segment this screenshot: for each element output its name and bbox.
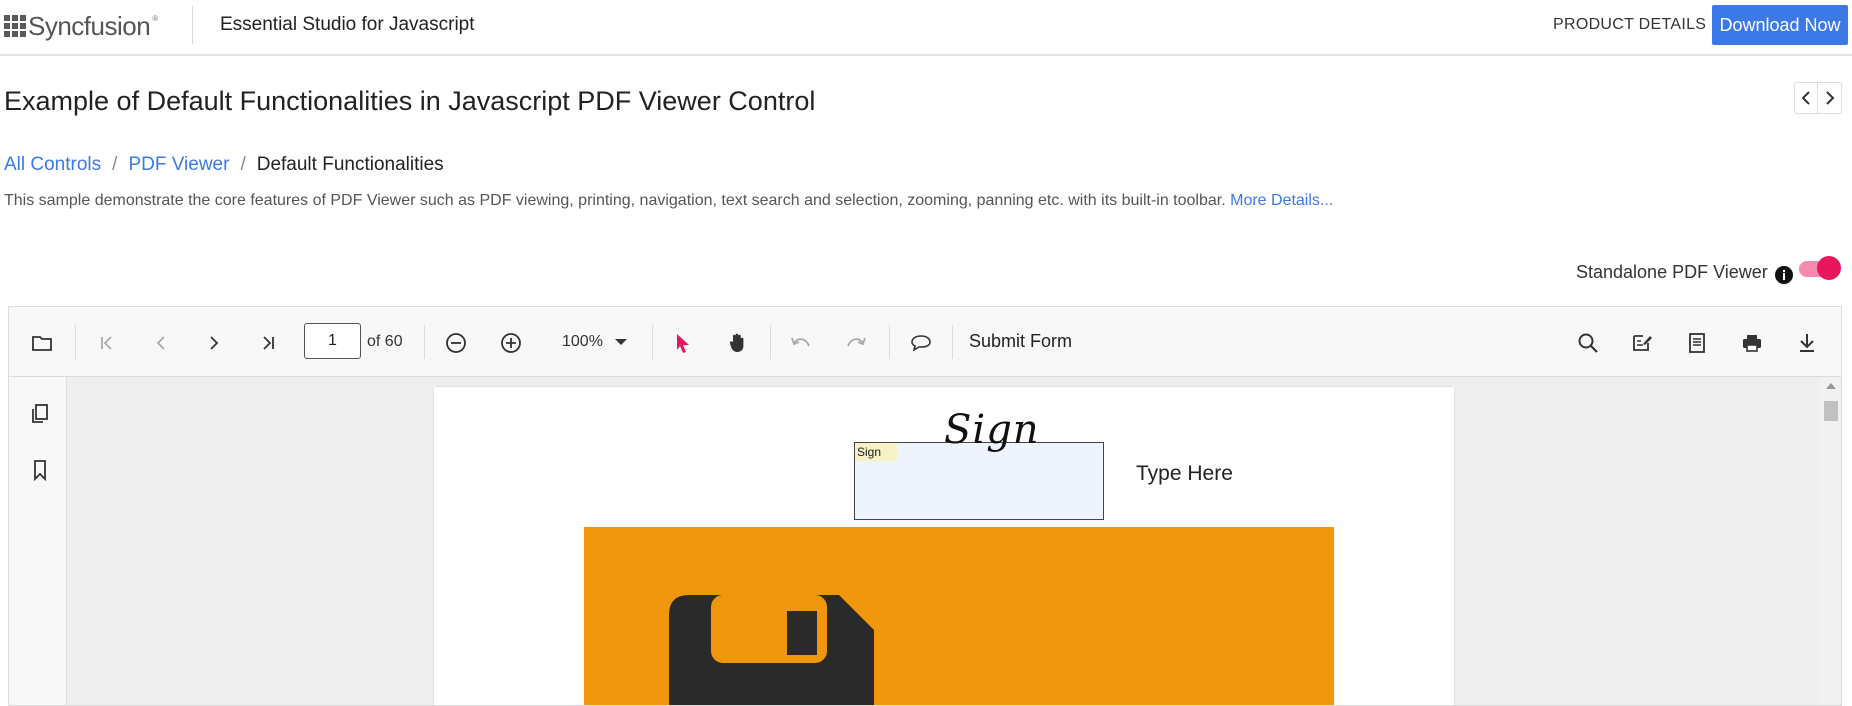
page-thumbnails-icon	[32, 404, 48, 423]
product-details-link[interactable]: PRODUCT DETAILS	[1553, 16, 1706, 34]
search-button[interactable]	[1574, 329, 1602, 357]
form-fields-button[interactable]	[1683, 329, 1711, 357]
undo-icon	[791, 337, 810, 347]
breadcrumb-current: Default Functionalities	[256, 154, 444, 175]
bookmark-icon	[34, 460, 46, 481]
pdf-page: Sign Sign Type Here	[434, 387, 1454, 705]
logo-text: Syncfusion	[28, 10, 151, 41]
open-file-button[interactable]	[28, 329, 56, 357]
page-thumbnails-button[interactable]	[27, 401, 53, 427]
chevron-right-icon	[1825, 91, 1834, 105]
handwritten-signature: Sign	[944, 407, 1040, 453]
zoom-out-button[interactable]	[442, 329, 470, 357]
breadcrumb: All Controls / PDF Viewer / Default Func…	[4, 154, 444, 176]
open-folder-icon	[32, 336, 52, 351]
info-icon[interactable]	[1774, 265, 1794, 285]
header-divider	[192, 6, 193, 44]
next-page-button[interactable]	[200, 329, 228, 357]
description-text: This sample demonstrate the core feature…	[4, 192, 1226, 209]
undo-button[interactable]	[787, 329, 815, 357]
breadcrumb-pdf-viewer[interactable]: PDF Viewer	[128, 154, 229, 176]
selection-cursor-icon	[677, 334, 689, 353]
last-page-button[interactable]	[254, 329, 282, 357]
previous-page-icon	[156, 336, 165, 350]
vertical-scrollbar[interactable]	[1819, 377, 1841, 705]
zoom-dropdown[interactable]: 100%	[562, 333, 629, 351]
zoom-level-value: 100%	[562, 333, 603, 350]
submit-form-button[interactable]: Submit Form	[969, 331, 1072, 352]
pdf-viewer: of 60 100% Submit Form	[8, 306, 1842, 706]
logo-trademark: ®	[152, 14, 159, 23]
pan-tool-button[interactable]	[724, 329, 752, 357]
document-image-block	[584, 527, 1334, 705]
toolbar-separator	[652, 325, 653, 359]
pdf-toolbar: of 60 100% Submit Form	[9, 307, 1841, 377]
toolbar-separator	[75, 325, 76, 359]
zoom-in-icon	[501, 333, 521, 353]
scroll-thumb[interactable]	[1824, 401, 1838, 421]
edit-annotation-icon	[1633, 335, 1652, 351]
redo-icon	[847, 337, 866, 347]
toolbar-separator	[424, 325, 425, 359]
sample-navigation	[1794, 82, 1842, 114]
current-page-input[interactable]	[304, 323, 361, 359]
download-now-button[interactable]: Download Now	[1712, 5, 1848, 45]
syncfusion-logo[interactable]: Syncfusion ®	[4, 10, 158, 42]
page-title: Example of Default Functionalities in Ja…	[4, 86, 816, 116]
edit-annotation-button[interactable]	[1628, 329, 1656, 357]
next-page-icon	[210, 336, 219, 350]
zoom-in-button[interactable]	[497, 329, 525, 357]
chevron-left-icon	[1801, 91, 1810, 105]
total-pages-label: of 60	[367, 333, 403, 350]
print-icon	[1743, 335, 1761, 352]
download-icon	[1800, 334, 1814, 352]
next-sample-button[interactable]	[1818, 83, 1841, 113]
download-button[interactable]	[1793, 329, 1821, 357]
first-page-icon	[101, 336, 112, 350]
last-page-icon	[263, 336, 274, 350]
breadcrumb-all-controls[interactable]: All Controls	[4, 154, 101, 176]
toolbar-separator	[889, 325, 890, 359]
chevron-down-icon	[614, 339, 627, 345]
toolbar-separator	[952, 325, 953, 359]
top-header: Syncfusion ® Essential Studio for Javasc…	[0, 0, 1852, 56]
first-page-button[interactable]	[93, 329, 121, 357]
more-details-link[interactable]: More Details...	[1230, 192, 1333, 209]
breadcrumb-separator: /	[112, 154, 118, 175]
comment-button[interactable]	[907, 329, 935, 357]
standalone-label: Standalone PDF Viewer	[1576, 261, 1768, 282]
sample-description: This sample demonstrate the core feature…	[4, 192, 1333, 210]
pan-hand-icon	[729, 333, 744, 352]
standalone-option: Standalone PDF Viewer	[1576, 259, 1794, 285]
redo-button[interactable]	[842, 329, 870, 357]
previous-page-button[interactable]	[147, 329, 175, 357]
type-here-text: Type Here	[1136, 462, 1233, 485]
product-title[interactable]: Essential Studio for Javascript	[220, 14, 475, 36]
signature-form-field[interactable]: Sign	[854, 442, 1104, 520]
floppy-disk-icon	[669, 595, 874, 705]
comment-icon	[911, 335, 931, 352]
viewer-side-panel	[9, 377, 67, 705]
signature-field-label: Sign	[855, 443, 897, 461]
selection-tool-button[interactable]	[669, 329, 697, 357]
bookmarks-button[interactable]	[27, 457, 53, 483]
zoom-out-icon	[446, 333, 466, 353]
toolbar-separator	[770, 325, 771, 359]
logo-grid-icon	[4, 15, 26, 37]
scroll-up-arrow[interactable]	[1826, 383, 1836, 389]
standalone-toggle-switch[interactable]	[1797, 254, 1841, 282]
breadcrumb-separator: /	[240, 154, 246, 175]
form-fields-icon	[1689, 333, 1705, 353]
print-button[interactable]	[1738, 329, 1766, 357]
previous-sample-button[interactable]	[1795, 83, 1819, 113]
search-icon	[1578, 333, 1598, 353]
toggle-knob	[1817, 256, 1841, 280]
